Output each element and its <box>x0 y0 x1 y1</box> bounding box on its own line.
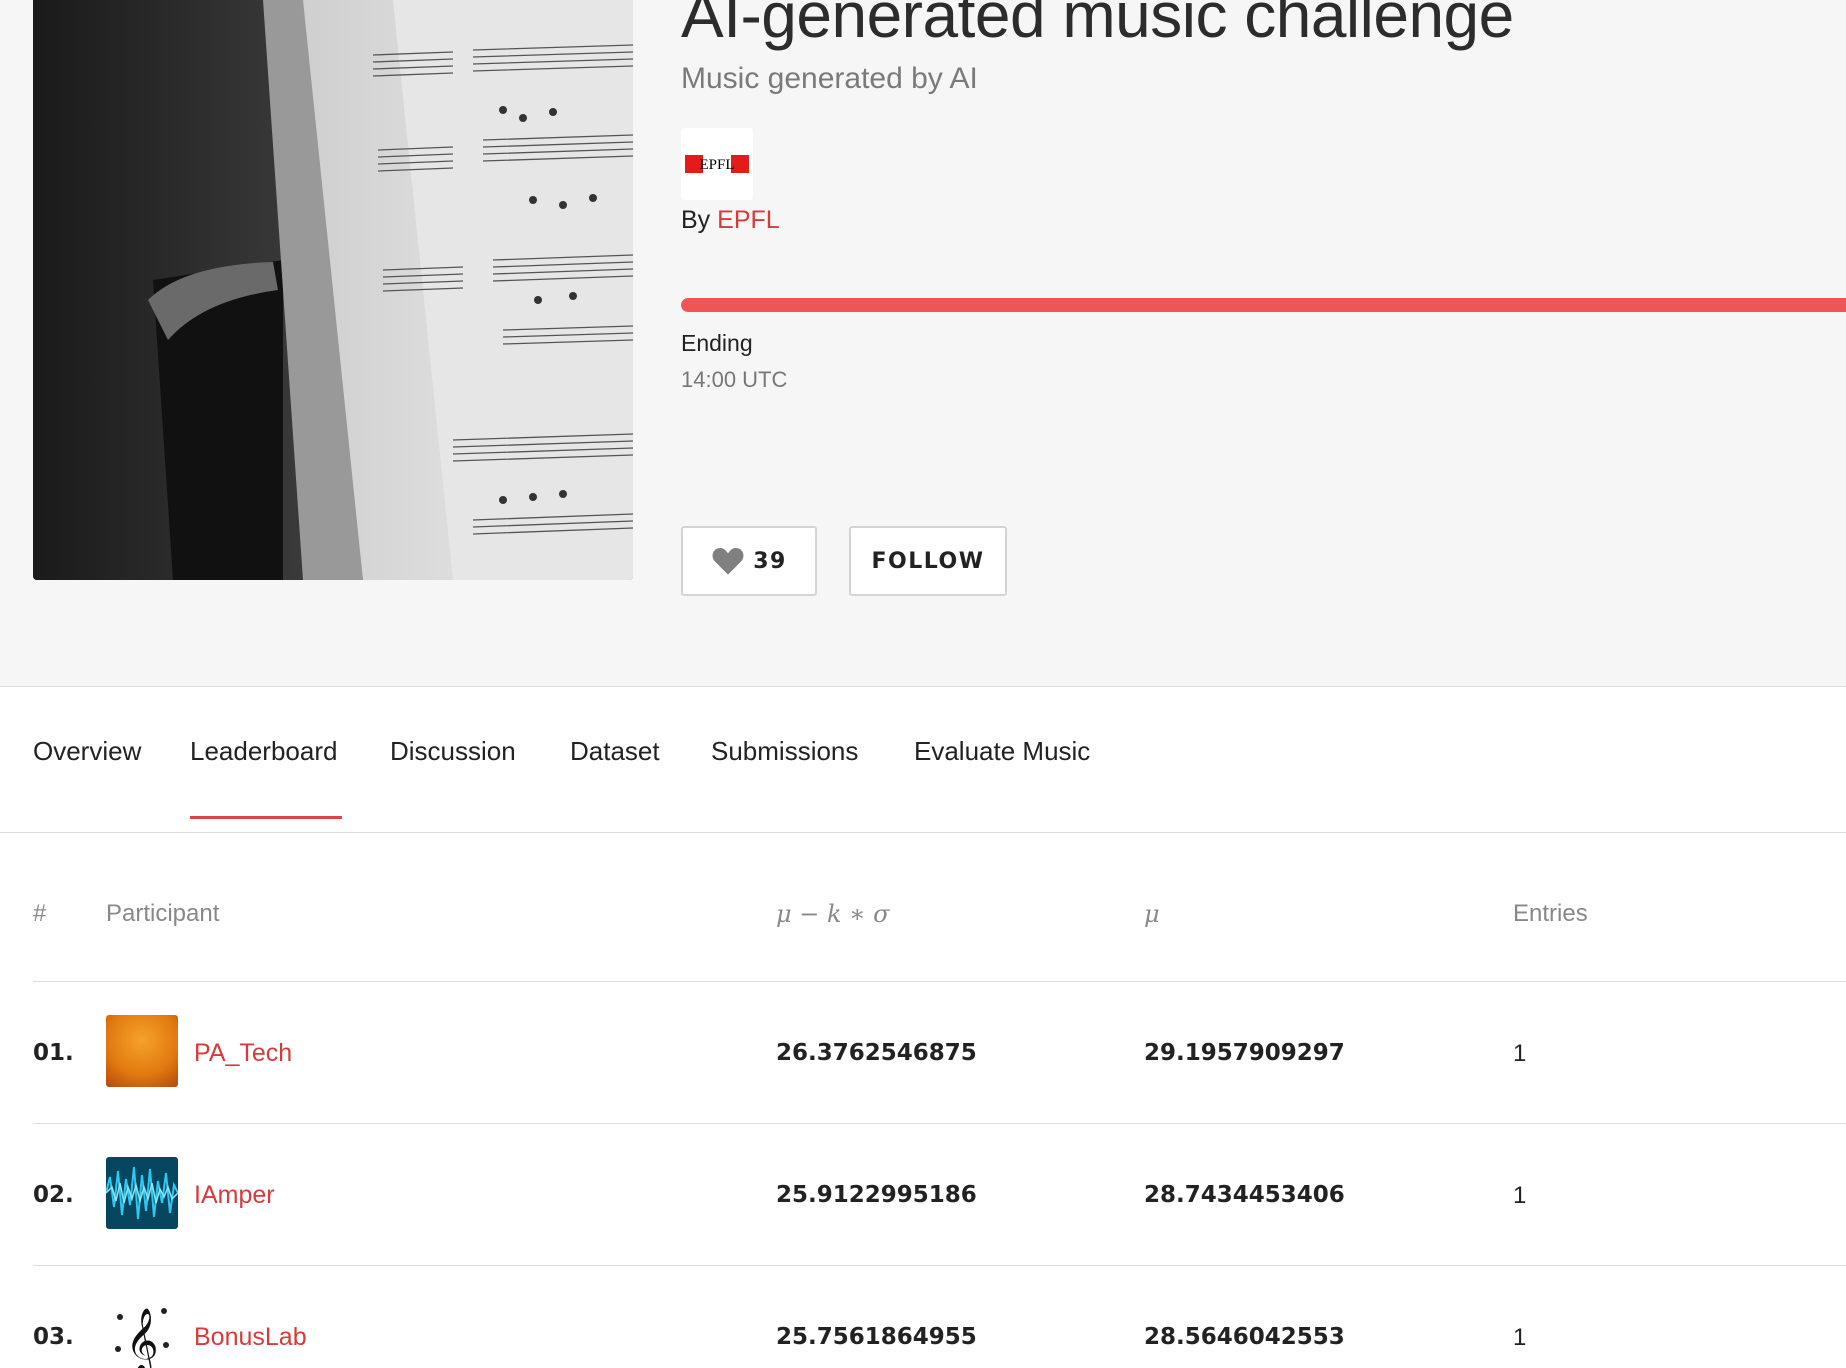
challenge-title: AI-generated music challenge <box>681 0 1514 51</box>
row-mean: 28.7434453406 <box>1144 1182 1345 1208</box>
row-divider <box>33 1123 1846 1124</box>
participant-avatar[interactable] <box>106 1015 178 1087</box>
participant-name[interactable]: PA_Tech <box>194 1039 292 1068</box>
row-mean: 28.5646042553 <box>1144 1324 1345 1350</box>
participant-name[interactable]: BonusLab <box>194 1323 307 1352</box>
org-link[interactable]: EPFL <box>717 206 780 234</box>
active-tab-indicator <box>190 816 342 819</box>
challenge-cover-image <box>33 0 633 580</box>
header-score: μ − k ∗ σ <box>776 900 890 928</box>
challenge-progress-bar <box>681 298 1846 312</box>
org-byline: By EPFL <box>681 206 780 235</box>
row-mean: 29.1957909297 <box>1144 1040 1345 1066</box>
org-by-label: By <box>681 206 711 234</box>
challenge-progress-fill <box>681 298 1846 312</box>
ending-time: 14:00 UTC <box>681 367 788 392</box>
row-rank: 03. <box>33 1324 74 1350</box>
tab-submissions[interactable]: Submissions <box>711 736 858 767</box>
participant-name[interactable]: IAmper <box>194 1181 275 1210</box>
row-divider <box>33 981 1846 982</box>
participant-avatar[interactable]: 𝄞 <box>106 1297 178 1368</box>
like-count: 39 <box>753 548 787 574</box>
header-participant: Participant <box>106 900 220 927</box>
ending-label: Ending <box>681 330 753 356</box>
org-logo[interactable]: EPFL <box>681 128 753 200</box>
participant-avatar[interactable] <box>106 1157 178 1229</box>
challenge-subtitle: Music generated by AI <box>681 62 978 95</box>
row-divider <box>33 1265 1846 1266</box>
row-entries: 1 <box>1513 1182 1527 1209</box>
tab-dataset[interactable]: Dataset <box>570 736 660 767</box>
row-rank: 01. <box>33 1040 74 1066</box>
like-button[interactable]: 39 <box>681 526 817 596</box>
heart-icon <box>712 547 744 575</box>
follow-button[interactable]: FOLLOW <box>849 526 1007 596</box>
row-score: 26.3762546875 <box>776 1040 977 1066</box>
row-score: 25.9122995186 <box>776 1182 977 1208</box>
row-rank: 02. <box>33 1182 74 1208</box>
tab-discussion[interactable]: Discussion <box>390 736 516 767</box>
row-entries: 1 <box>1513 1324 1527 1351</box>
header-mean: μ <box>1144 900 1160 928</box>
header-entries: Entries <box>1513 900 1588 927</box>
row-entries: 1 <box>1513 1040 1527 1067</box>
tab-overview[interactable]: Overview <box>33 736 141 767</box>
header-rank: # <box>33 900 47 927</box>
row-score: 25.7561864955 <box>776 1324 977 1350</box>
challenge-tabs: Overview Leaderboard Discussion Dataset … <box>0 687 1846 833</box>
tab-evaluate-music[interactable]: Evaluate Music <box>914 736 1090 767</box>
org-logo-text: EPFL <box>699 157 734 173</box>
treble-clef-icon: 𝄞 <box>125 1308 158 1368</box>
tab-leaderboard[interactable]: Leaderboard <box>190 736 337 767</box>
challenge-header: AI-generated music challenge Music gener… <box>0 0 1846 687</box>
